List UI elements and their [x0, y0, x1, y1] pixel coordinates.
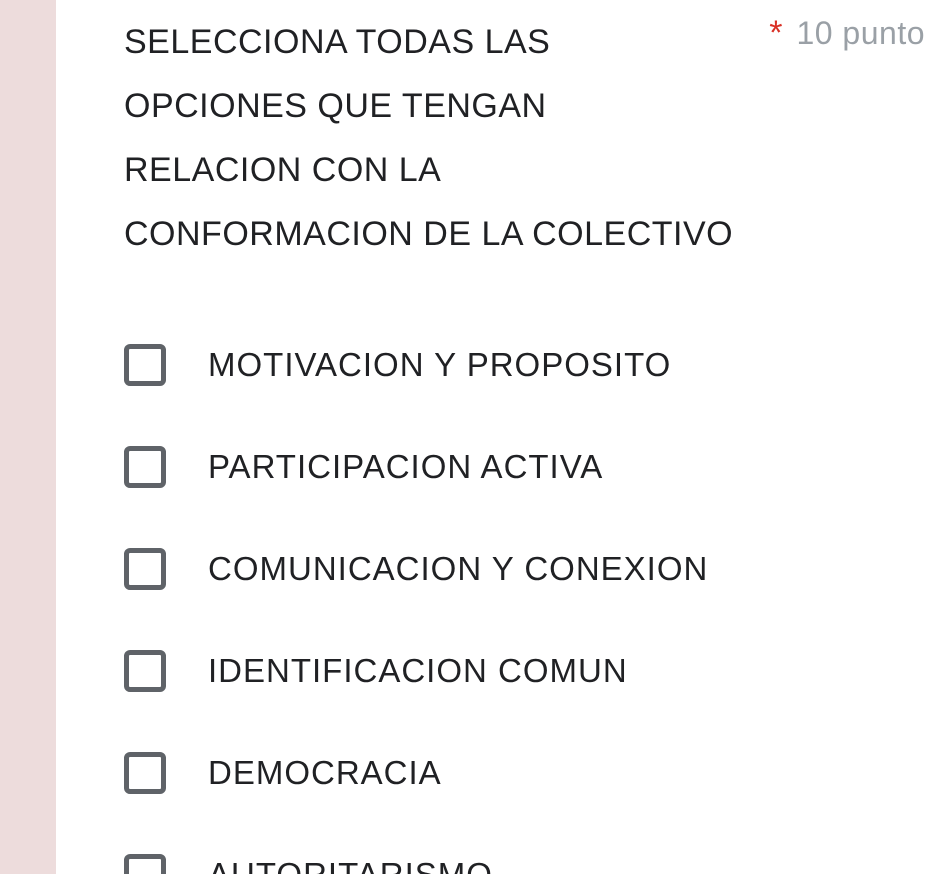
points-label: 10 punto [796, 15, 925, 52]
accent-strip [0, 0, 56, 874]
option-label: COMUNICACION Y CONEXION [208, 550, 708, 588]
option-item[interactable]: MOTIVACION Y PROPOSITO [124, 344, 925, 386]
required-asterisk: * [769, 14, 782, 53]
option-label: PARTICIPACION ACTIVA [208, 448, 603, 486]
option-label: MOTIVACION Y PROPOSITO [208, 346, 671, 384]
option-item[interactable]: IDENTIFICACION COMUN [124, 650, 925, 692]
question-text: SELECCIONA TODAS LAS OPCIONES QUE TENGAN… [124, 10, 734, 266]
checkbox-icon[interactable] [124, 344, 166, 386]
option-label: IDENTIFICACION COMUN [208, 652, 628, 690]
checkbox-icon[interactable] [124, 752, 166, 794]
form-page: * 10 punto SELECCIONA TODAS LAS OPCIONES… [0, 0, 925, 874]
option-item[interactable]: DEMOCRACIA [124, 752, 925, 794]
checkbox-icon[interactable] [124, 548, 166, 590]
question-meta: * 10 punto [769, 14, 925, 53]
checkbox-icon[interactable] [124, 854, 166, 874]
checkbox-icon[interactable] [124, 446, 166, 488]
option-item[interactable]: COMUNICACION Y CONEXION [124, 548, 925, 590]
option-label: AUTORITARISMO [208, 856, 493, 874]
options-list: MOTIVACION Y PROPOSITO PARTICIPACION ACT… [124, 344, 925, 874]
option-item[interactable]: PARTICIPACION ACTIVA [124, 446, 925, 488]
checkbox-icon[interactable] [124, 650, 166, 692]
option-item[interactable]: AUTORITARISMO [124, 854, 925, 874]
question-card: * 10 punto SELECCIONA TODAS LAS OPCIONES… [56, 0, 925, 874]
option-label: DEMOCRACIA [208, 754, 442, 792]
